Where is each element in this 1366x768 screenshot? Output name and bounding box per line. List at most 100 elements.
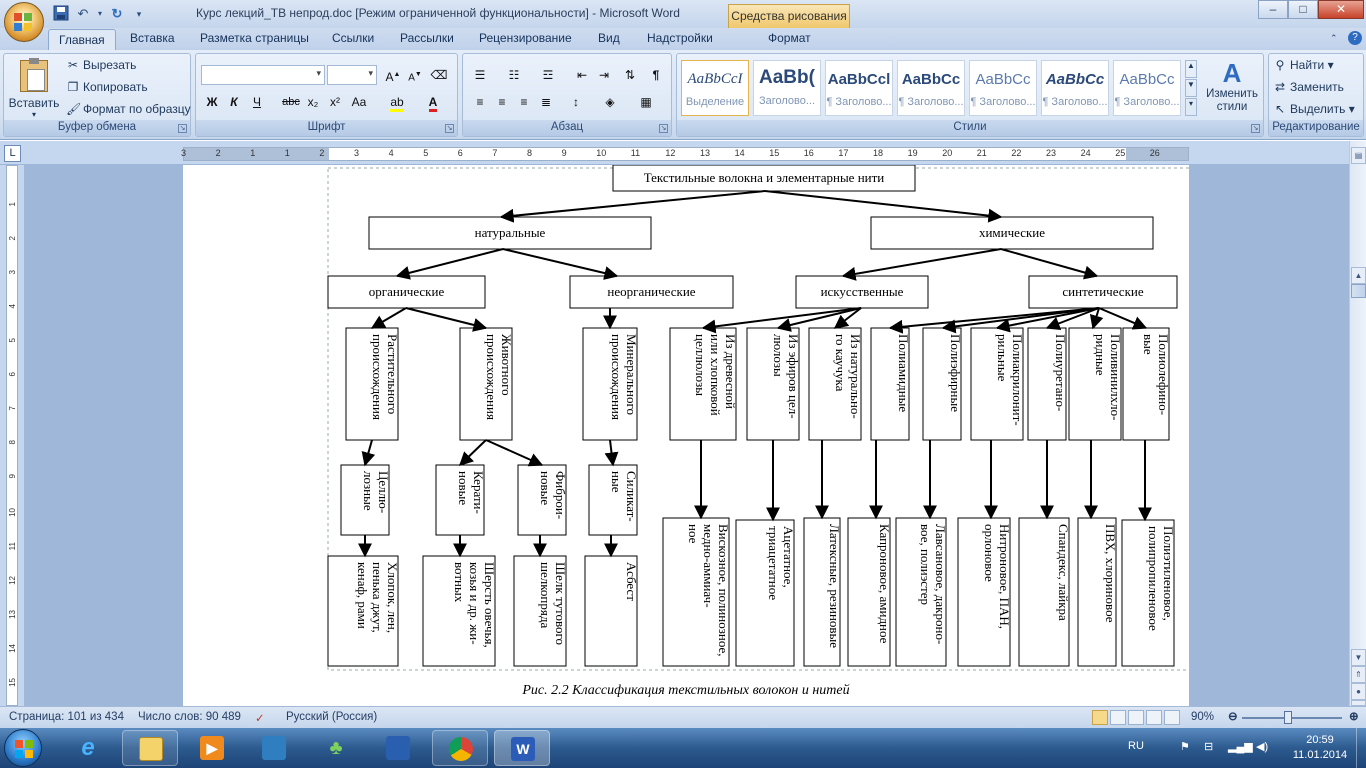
zoom-out-icon[interactable]: ⊖ [1228,709,1238,723]
justify-button[interactable]: ≣ [535,92,557,112]
horizontal-ruler[interactable]: 3 2 1 1 2 3 4 5 6 7 8 9 10 11 12 13 14 15 16 17 18 19 20 21 22 23… [181,147,1189,161]
redo-icon[interactable]: ↻ [108,5,126,23]
style-item[interactable]: AaBbCcI Выделение [681,60,749,116]
scroll-up-icon[interactable]: ▲ [1351,267,1366,284]
tab-view[interactable]: Вид [598,31,620,45]
help-icon[interactable]: ? [1348,31,1362,45]
word-count[interactable]: Число слов: 90 489 [138,711,241,723]
tab-page-layout[interactable]: Разметка страницы [200,31,309,45]
find-button[interactable]: ⚲ Найти ▾ [1273,58,1334,72]
clipboard-launcher-icon[interactable]: ↘ [178,124,187,133]
tab-references[interactable]: Ссылки [332,31,374,45]
close-button[interactable]: ✕ [1318,0,1364,19]
minimize-button[interactable]: – [1258,0,1288,19]
taskbar-app-network[interactable] [370,730,426,766]
outline-view-button[interactable] [1146,710,1162,725]
start-button[interactable] [4,729,42,767]
font-size-combo[interactable] [327,65,377,85]
font-color-button[interactable]: A [422,92,444,112]
taskbar-app-people[interactable]: ♣ [308,730,364,766]
page-counter[interactable]: Страница: 101 из 434 [9,711,124,723]
style-item[interactable]: AaBbCc ¶ Заголово... [897,60,965,116]
clock[interactable]: 20:59 11.01.2014 [1290,733,1350,763]
style-item[interactable]: AaBbCcl ¶ Заголово... [825,60,893,116]
align-right-button[interactable]: ≡ [513,92,535,112]
style-item[interactable]: AaBbCc ¶ Заголово... [969,60,1037,116]
subscript-button[interactable]: x₂ [302,92,324,112]
underline-button[interactable]: Ч [246,92,268,112]
tab-review[interactable]: Рецензирование [479,31,572,45]
tab-format[interactable]: Формат [768,31,811,45]
zoom-in-icon[interactable]: ⊕ [1349,709,1359,723]
save-icon[interactable] [52,5,70,23]
tab-addins[interactable]: Надстройки [647,31,713,45]
zoom-level[interactable]: 90% [1191,711,1214,723]
sort-button[interactable]: ⇅ [619,65,641,85]
style-item[interactable]: AaBbCc ¶ Заголово... [1113,60,1181,116]
web-layout-view-button[interactable] [1128,710,1144,725]
volume-tray-icon[interactable]: ◀) [1256,740,1268,753]
taskbar-chrome[interactable] [432,730,488,766]
align-left-button[interactable]: ≡ [469,92,491,112]
strikethrough-button[interactable]: abc [280,92,302,112]
tab-selector-button[interactable]: L [4,145,21,162]
full-screen-view-button[interactable] [1110,710,1126,725]
change-case-button[interactable]: Aa [348,92,370,112]
bold-button[interactable]: Ж [201,92,223,112]
paste-button[interactable]: Вставить ▾ [8,56,60,119]
format-painter-button[interactable]: 🖌 Формат по образцу [66,102,191,116]
grow-font-button[interactable]: A▲ [382,65,404,85]
scroll-thumb[interactable] [1351,284,1366,298]
taskbar-media-player[interactable]: ▶ [184,730,240,766]
style-item[interactable]: AaBbCc ¶ Заголово... [1041,60,1109,116]
vertical-scrollbar[interactable]: ▤ ▲ ▼ ⇑ ● [1349,141,1366,706]
font-family-combo[interactable] [201,65,325,85]
font-launcher-icon[interactable]: ↘ [445,124,454,133]
taskbar-internet-explorer[interactable]: e [60,730,116,766]
show-desktop-button[interactable] [1356,728,1366,768]
flag-tray-icon[interactable]: ⚑ [1180,740,1190,753]
zoom-slider[interactable] [1242,717,1342,719]
tab-mailings[interactable]: Рассылки [400,31,454,45]
maximize-button[interactable]: □ [1288,0,1318,19]
zoom-slider-thumb[interactable] [1284,711,1292,724]
clear-formatting-button[interactable]: ⌫ [428,65,450,85]
copy-button[interactable]: ❐ Копировать [66,80,148,94]
usb-tray-icon[interactable]: ⊟ [1204,740,1213,753]
draft-view-button[interactable] [1164,710,1180,725]
paste-dropdown-icon[interactable]: ▾ [8,110,60,119]
change-styles-button[interactable]: A Изменить стили [1201,58,1263,118]
language-indicator[interactable]: Русский (Россия) [286,711,377,723]
tab-home[interactable]: Главная [48,29,116,51]
ruler-toggle-icon[interactable]: ▤ [1351,147,1366,164]
bullets-button[interactable]: ☰ [469,65,491,85]
styles-more-icon[interactable]: ▾ [1185,98,1197,116]
paragraph-launcher-icon[interactable]: ↘ [659,124,668,133]
highlight-button[interactable]: ab [386,92,408,112]
customize-qat-icon[interactable]: ▾ [130,5,148,23]
italic-button[interactable]: К [223,92,245,112]
show-marks-button[interactable]: ¶ [645,65,667,85]
proofing-icon[interactable]: ✓ [255,711,265,725]
cut-button[interactable]: ✂ Вырезать [66,58,136,72]
borders-button[interactable]: ▦ [635,92,657,112]
numbering-button[interactable]: ☷ [503,65,525,85]
scroll-down-icon[interactable]: ▼ [1351,649,1366,666]
select-button[interactable]: ↖ Выделить ▾ [1273,102,1355,116]
taskbar-word[interactable]: W [494,730,550,766]
styles-scroll-up-icon[interactable]: ▲ [1185,60,1197,78]
office-button[interactable] [4,2,44,42]
tab-insert[interactable]: Вставка [130,31,175,45]
style-item[interactable]: AaBb(Заголово... [753,60,821,116]
increase-indent-button[interactable]: ⇥ [593,65,615,85]
styles-launcher-icon[interactable]: ↘ [1251,124,1260,133]
classification-diagram[interactable]: Текстильные волокна и элементарные нити н… [183,165,1189,706]
signal-tray-icon[interactable]: ▂▄▆ [1228,740,1253,753]
browse-object-icon[interactable]: ● [1351,683,1366,700]
superscript-button[interactable]: x² [324,92,346,112]
taskbar-explorer[interactable] [122,730,178,766]
shrink-font-button[interactable]: A▼ [404,65,426,85]
replace-button[interactable]: ⇄ Заменить [1273,80,1344,94]
undo-icon[interactable]: ↶ [74,5,92,23]
previous-page-icon[interactable]: ⇑ [1351,666,1366,683]
